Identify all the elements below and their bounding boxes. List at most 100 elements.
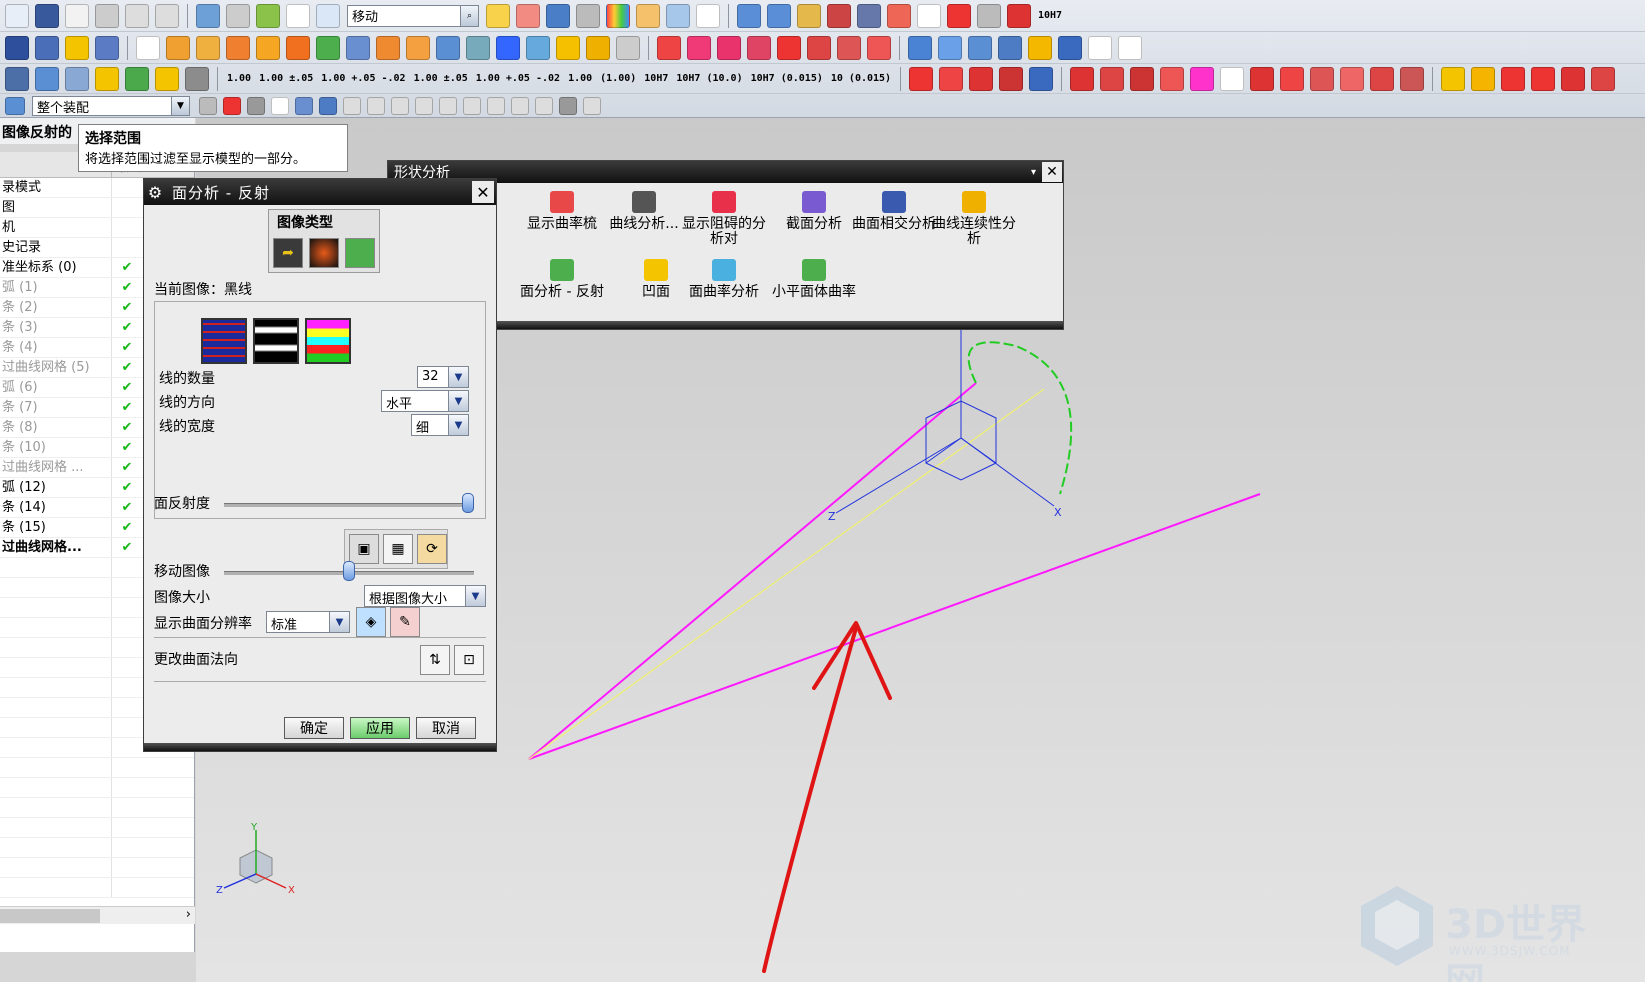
point-on-curve-icon[interactable] bbox=[535, 97, 553, 115]
black-lines-swatch[interactable] bbox=[201, 318, 247, 364]
scene-image-icon[interactable] bbox=[309, 238, 339, 268]
midpoint-icon[interactable] bbox=[391, 97, 409, 115]
fix-icon[interactable] bbox=[95, 66, 119, 91]
image-mode-1-icon[interactable]: ▣ bbox=[349, 534, 379, 564]
chevron-down-icon[interactable]: ▼ bbox=[465, 586, 485, 606]
tolerance-style-5[interactable]: 1.00 +.05 -.02 bbox=[476, 73, 560, 84]
note-icon[interactable] bbox=[977, 3, 1001, 28]
offset-curve-icon[interactable] bbox=[1310, 66, 1335, 91]
split-icon[interactable] bbox=[496, 35, 520, 60]
text-icon[interactable] bbox=[1058, 35, 1082, 60]
image-size-select[interactable]: 根据图像大小 ▼ bbox=[364, 585, 486, 607]
shade-icon[interactable] bbox=[546, 3, 570, 28]
intersection-point-icon[interactable] bbox=[439, 97, 457, 115]
through-curves-icon[interactable] bbox=[938, 35, 962, 60]
save-icon[interactable] bbox=[35, 3, 59, 28]
angle-icon[interactable] bbox=[887, 3, 911, 28]
view-icon[interactable] bbox=[576, 3, 600, 28]
extrude-icon[interactable] bbox=[95, 35, 119, 60]
move-object-icon[interactable] bbox=[316, 3, 340, 28]
toolbar-options-icon[interactable]: ▾ bbox=[1031, 167, 1036, 178]
repeat-command-icon[interactable] bbox=[256, 3, 280, 28]
scroll-right-icon[interactable]: › bbox=[186, 907, 191, 922]
offset-face-icon[interactable] bbox=[526, 35, 550, 60]
groove-icon[interactable] bbox=[406, 35, 430, 60]
line-direction-select[interactable]: 水平 ▼ bbox=[381, 390, 469, 412]
high-quality-icon[interactable]: ◈ bbox=[356, 607, 386, 637]
pad-icon[interactable] bbox=[346, 35, 370, 60]
polyline-icon[interactable] bbox=[1250, 66, 1275, 91]
image-mode-2-icon[interactable]: ▦ bbox=[383, 534, 413, 564]
shape-tool-section[interactable]: 截面分析 bbox=[772, 191, 856, 232]
select-face-icon[interactable] bbox=[319, 97, 337, 115]
chevron-down-icon[interactable]: ▼ bbox=[448, 415, 468, 435]
tolerance-style-9[interactable]: 10H7 (10.0) bbox=[676, 73, 742, 84]
point-icon[interactable] bbox=[1100, 66, 1125, 91]
emboss-icon[interactable] bbox=[436, 35, 460, 60]
circle-icon[interactable] bbox=[1160, 66, 1185, 91]
specify-normal-icon[interactable]: ⊡ bbox=[454, 645, 484, 675]
image-mode-3-icon[interactable]: ⟳ bbox=[417, 534, 447, 564]
gear-icon[interactable]: ⚙ bbox=[144, 183, 166, 202]
new-file-icon[interactable] bbox=[5, 3, 29, 28]
sphere-icon[interactable] bbox=[256, 35, 280, 60]
position-icon[interactable] bbox=[999, 66, 1024, 91]
select-icon[interactable] bbox=[286, 3, 310, 28]
reverse-normal-icon[interactable]: ⇅ bbox=[420, 645, 450, 675]
extract-icon[interactable] bbox=[1400, 66, 1425, 91]
close-icon[interactable]: ✕ bbox=[472, 181, 494, 203]
select-body-icon[interactable] bbox=[295, 97, 313, 115]
measure-icon[interactable] bbox=[797, 3, 821, 28]
boolean-icon[interactable] bbox=[867, 35, 891, 60]
tolerance-style-6[interactable]: 1.00 bbox=[568, 73, 592, 84]
font-size-icon[interactable] bbox=[1118, 35, 1142, 60]
tolerance-style-2[interactable]: 1.00 ±.05 bbox=[259, 73, 313, 84]
dim-style-icon[interactable] bbox=[155, 66, 179, 91]
copy-icon[interactable] bbox=[125, 3, 149, 28]
mirror-icon[interactable] bbox=[777, 35, 801, 60]
fit-view-icon[interactable] bbox=[516, 3, 540, 28]
snap-point-icon[interactable] bbox=[223, 97, 241, 115]
draft-icon[interactable] bbox=[717, 35, 741, 60]
search-icon[interactable]: ⌕ bbox=[460, 5, 478, 26]
color-icon[interactable] bbox=[606, 3, 630, 28]
part-icon[interactable] bbox=[5, 35, 29, 60]
return-icon[interactable] bbox=[1029, 66, 1054, 91]
snap-icon[interactable] bbox=[5, 66, 29, 91]
divide-icon[interactable] bbox=[1501, 66, 1526, 91]
display-icon[interactable] bbox=[666, 3, 690, 28]
line-count-select[interactable]: 32 ▼ bbox=[417, 366, 469, 388]
scrollbar-thumb[interactable] bbox=[0, 909, 100, 923]
reset-filter-icon[interactable] bbox=[247, 97, 265, 115]
ellipse-icon[interactable] bbox=[1190, 66, 1215, 91]
line-icon[interactable] bbox=[1070, 66, 1095, 91]
arc-center-icon[interactable] bbox=[463, 97, 481, 115]
reflectivity-slider-track[interactable] bbox=[224, 503, 474, 507]
triangle-icon[interactable] bbox=[917, 3, 941, 28]
move-image-slider-thumb[interactable] bbox=[343, 561, 355, 581]
move-combo[interactable]: 移动 ⌕ bbox=[347, 4, 479, 27]
chevron-down-icon[interactable]: ▼ bbox=[329, 612, 349, 632]
intersect-curve-icon[interactable] bbox=[1370, 66, 1395, 91]
tolerance-style-1[interactable]: 1.00 bbox=[227, 73, 251, 84]
point-snap-icon[interactable] bbox=[343, 97, 361, 115]
quadrant-icon[interactable] bbox=[487, 97, 505, 115]
wcs-icon[interactable] bbox=[737, 3, 761, 28]
endpoint-icon[interactable] bbox=[367, 97, 385, 115]
chamfer-icon[interactable] bbox=[687, 35, 711, 60]
stretch-icon[interactable] bbox=[1531, 66, 1556, 91]
grid-icon[interactable] bbox=[65, 66, 89, 91]
drafting-icon[interactable] bbox=[125, 66, 149, 91]
distance-icon[interactable] bbox=[857, 3, 881, 28]
rect-icon[interactable] bbox=[1220, 66, 1245, 91]
chevron-down-icon[interactable]: ▼ bbox=[448, 367, 468, 387]
ok-button[interactable]: 确定 bbox=[284, 717, 344, 739]
font-icon[interactable] bbox=[1088, 35, 1112, 60]
dialog-titlebar[interactable]: ⚙ 面分析 - 反射 ✕ bbox=[144, 179, 496, 205]
horizontal-scrollbar[interactable]: › bbox=[0, 906, 195, 924]
bounded-plane-icon[interactable] bbox=[1028, 35, 1052, 60]
circularity-icon[interactable] bbox=[969, 66, 994, 91]
cylinder-icon[interactable] bbox=[196, 35, 220, 60]
cancel-button[interactable]: 取消 bbox=[416, 717, 476, 739]
selection-filter-combo[interactable]: 整个装配 ▼ bbox=[32, 96, 190, 116]
